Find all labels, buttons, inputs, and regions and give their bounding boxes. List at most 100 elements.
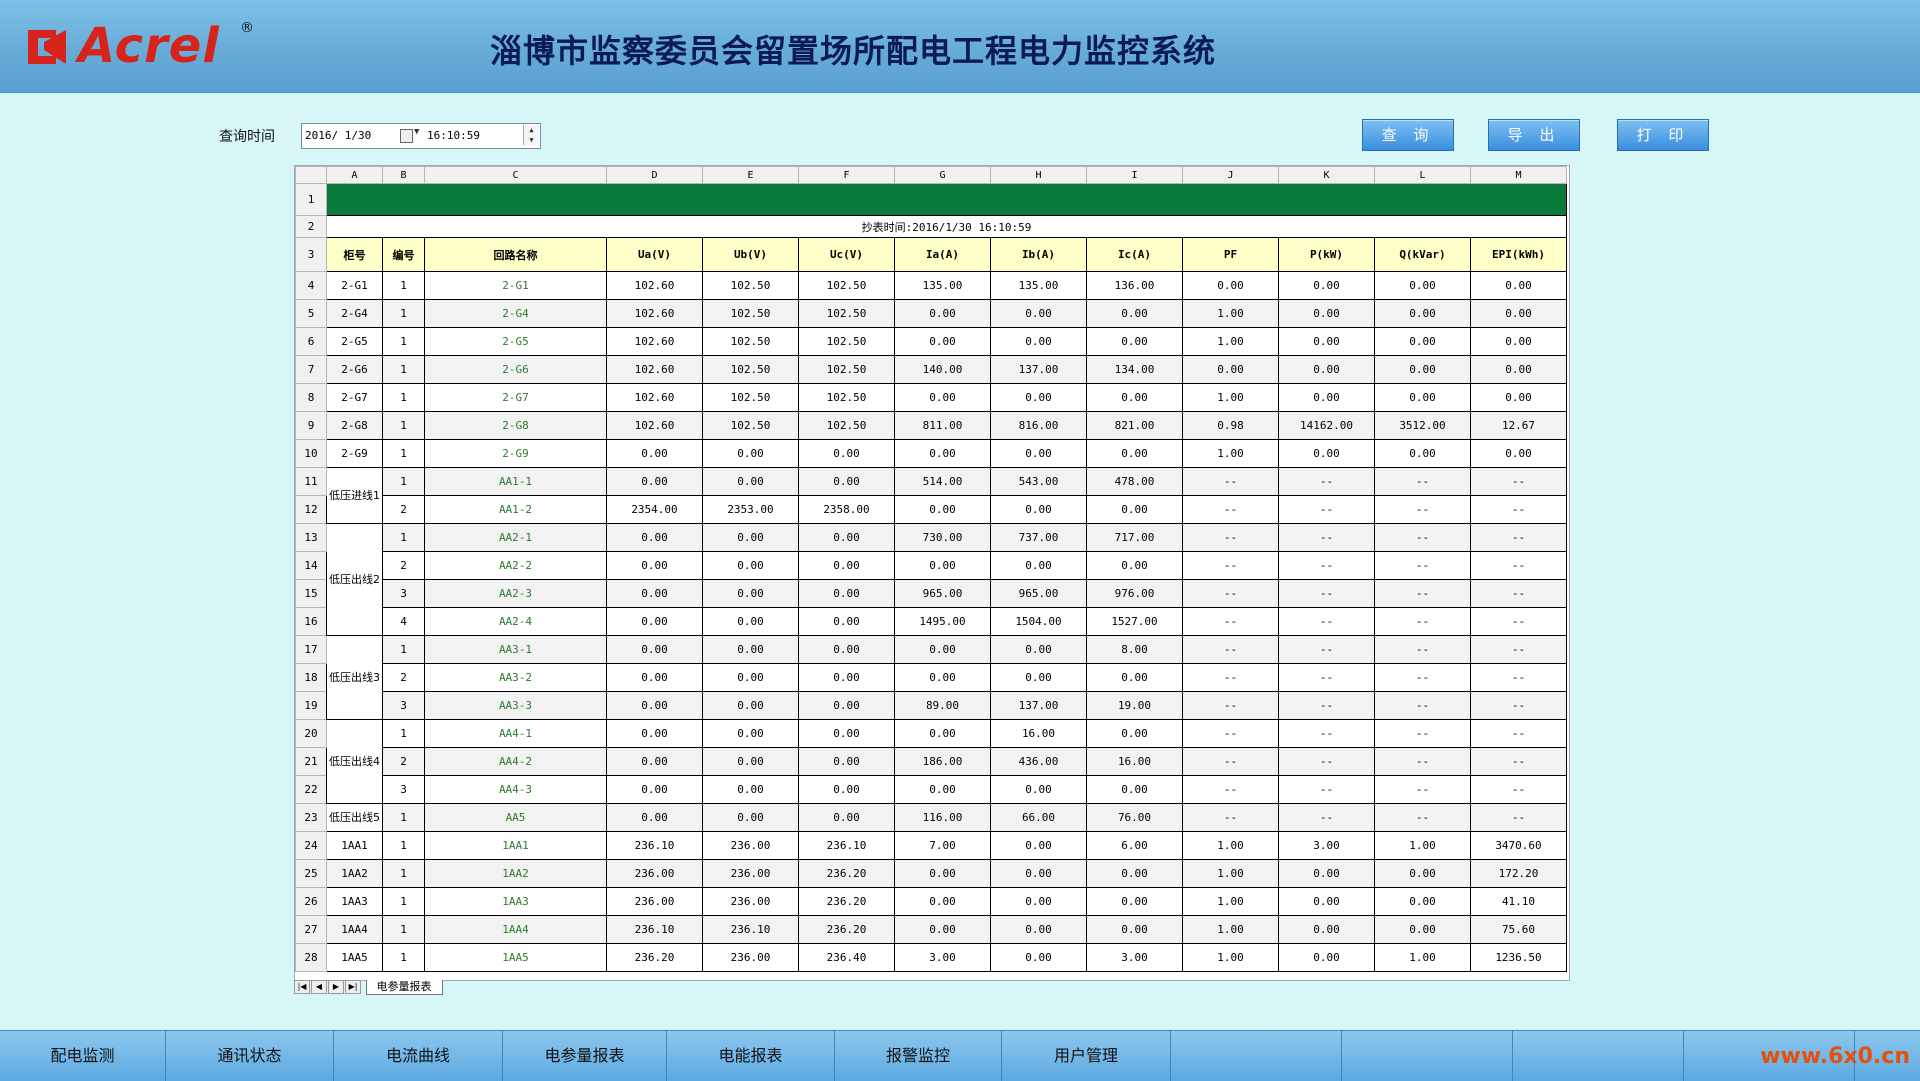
table-cell[interactable]: 1.00 <box>1182 887 1279 916</box>
table-cell[interactable]: 2 <box>382 495 425 524</box>
query-date-value[interactable]: 2016/ 1/30 <box>305 129 371 142</box>
table-cell[interactable]: 0.00 <box>894 495 991 524</box>
table-cell[interactable]: -- <box>1278 719 1375 748</box>
table-cell[interactable]: 0.00 <box>1470 383 1567 412</box>
table-cell[interactable]: -- <box>1374 551 1471 580</box>
column-title[interactable]: Ub(V) <box>702 237 799 272</box>
table-cell[interactable]: 1 <box>382 355 425 384</box>
table-cell[interactable]: 0.00 <box>702 523 799 552</box>
row-number[interactable]: 20 <box>295 719 327 748</box>
table-cell[interactable]: -- <box>1470 719 1567 748</box>
column-header-I[interactable]: I <box>1086 166 1183 184</box>
table-cell[interactable]: 816.00 <box>990 411 1087 440</box>
column-header-J[interactable]: J <box>1182 166 1279 184</box>
spin-up-icon[interactable]: ▲ <box>524 125 539 135</box>
table-cell[interactable]: -- <box>1470 803 1567 832</box>
table-cell[interactable]: 1 <box>382 831 425 860</box>
table-cell[interactable]: 0.00 <box>1086 383 1183 412</box>
column-header-G[interactable]: G <box>894 166 991 184</box>
column-header-D[interactable]: D <box>606 166 703 184</box>
column-header-B[interactable]: B <box>382 166 425 184</box>
table-cell[interactable]: 102.50 <box>798 355 895 384</box>
table-cell[interactable]: 0.00 <box>894 439 991 468</box>
query-time-value[interactable]: 16:10:59 <box>427 129 480 142</box>
table-cell[interactable]: 0.00 <box>798 747 895 776</box>
table-cell[interactable]: 1.00 <box>1182 383 1279 412</box>
table-cell[interactable]: -- <box>1182 775 1279 804</box>
column-title[interactable]: Ic(A) <box>1086 237 1183 272</box>
table-cell[interactable]: 0.00 <box>798 663 895 692</box>
table-cell[interactable]: 16.00 <box>990 719 1087 748</box>
table-cell[interactable]: 2354.00 <box>606 495 703 524</box>
row-number[interactable]: 24 <box>295 831 327 860</box>
table-cell[interactable]: 0.00 <box>1086 915 1183 944</box>
group-label-cell[interactable]: 低压出线3 <box>326 635 383 720</box>
column-title[interactable]: Ia(A) <box>894 237 991 272</box>
table-cell[interactable]: 102.50 <box>702 383 799 412</box>
table-cell[interactable]: 0.00 <box>798 803 895 832</box>
table-cell[interactable]: 0.00 <box>1086 887 1183 916</box>
table-cell[interactable]: 1.00 <box>1182 439 1279 468</box>
table-cell[interactable]: 1.00 <box>1182 831 1279 860</box>
table-cell[interactable]: 0.00 <box>894 299 991 328</box>
table-cell[interactable]: 0.00 <box>702 635 799 664</box>
table-cell[interactable]: 0.00 <box>990 327 1087 356</box>
table-cell[interactable]: 0.00 <box>990 551 1087 580</box>
table-cell[interactable]: 1 <box>382 887 425 916</box>
table-cell[interactable]: 821.00 <box>1086 411 1183 440</box>
row-number[interactable]: 13 <box>295 523 327 552</box>
table-cell[interactable]: 3.00 <box>894 943 991 972</box>
column-header-F[interactable]: F <box>798 166 895 184</box>
export-button[interactable]: 导 出 <box>1488 119 1580 151</box>
table-cell[interactable]: 0.00 <box>894 887 991 916</box>
table-cell[interactable]: 976.00 <box>1086 579 1183 608</box>
table-cell[interactable]: 478.00 <box>1086 467 1183 496</box>
table-cell[interactable]: 1 <box>382 383 425 412</box>
table-cell[interactable]: 0.00 <box>798 467 895 496</box>
table-cell[interactable]: AA2-4 <box>424 607 607 636</box>
table-cell[interactable]: 1AA5 <box>424 943 607 972</box>
table-cell[interactable]: 0.00 <box>990 775 1087 804</box>
nav-comm-status[interactable]: 通讯状态 <box>166 1031 334 1081</box>
table-cell[interactable]: AA4-3 <box>424 775 607 804</box>
table-cell[interactable]: -- <box>1374 523 1471 552</box>
table-cell[interactable]: -- <box>1470 467 1567 496</box>
table-cell[interactable]: -- <box>1470 691 1567 720</box>
nav-power-monitor[interactable]: 配电监测 <box>0 1031 166 1081</box>
table-cell[interactable]: 236.00 <box>606 859 703 888</box>
table-cell[interactable]: 0.00 <box>894 719 991 748</box>
table-cell[interactable]: 236.00 <box>702 887 799 916</box>
table-cell[interactable]: 1AA2 <box>326 859 383 888</box>
table-cell[interactable]: 12.67 <box>1470 411 1567 440</box>
table-cell[interactable]: 1 <box>382 719 425 748</box>
table-cell[interactable]: 0.00 <box>606 551 703 580</box>
table-cell[interactable]: -- <box>1278 691 1375 720</box>
table-cell[interactable]: -- <box>1182 691 1279 720</box>
table-cell[interactable]: 19.00 <box>1086 691 1183 720</box>
table-cell[interactable]: 0.00 <box>1470 271 1567 300</box>
column-header-E[interactable]: E <box>702 166 799 184</box>
table-cell[interactable]: 0.00 <box>1278 271 1375 300</box>
table-cell[interactable]: 0.00 <box>1278 943 1375 972</box>
row-number[interactable]: 8 <box>295 383 327 412</box>
column-title[interactable]: 柜号 <box>326 237 383 272</box>
row-number[interactable]: 4 <box>295 271 327 300</box>
column-header-K[interactable]: K <box>1278 166 1375 184</box>
column-title[interactable]: Ib(A) <box>990 237 1087 272</box>
table-cell[interactable]: 0.00 <box>798 635 895 664</box>
table-cell[interactable]: -- <box>1278 775 1375 804</box>
nav-current-curve[interactable]: 电流曲线 <box>334 1031 503 1081</box>
table-cell[interactable]: 0.00 <box>1086 719 1183 748</box>
table-cell[interactable]: 0.00 <box>1470 355 1567 384</box>
nav-empty-1[interactable] <box>1171 1031 1342 1081</box>
column-header-A[interactable]: A <box>326 166 383 184</box>
table-cell[interactable]: -- <box>1278 579 1375 608</box>
table-cell[interactable]: 0.00 <box>606 719 703 748</box>
row-number[interactable]: 17 <box>295 635 327 664</box>
table-cell[interactable]: 14162.00 <box>1278 411 1375 440</box>
table-cell[interactable]: 102.50 <box>702 355 799 384</box>
table-cell[interactable]: 1 <box>382 523 425 552</box>
table-cell[interactable]: 2-G8 <box>424 411 607 440</box>
table-cell[interactable]: 137.00 <box>990 355 1087 384</box>
table-cell[interactable]: 0.00 <box>606 607 703 636</box>
